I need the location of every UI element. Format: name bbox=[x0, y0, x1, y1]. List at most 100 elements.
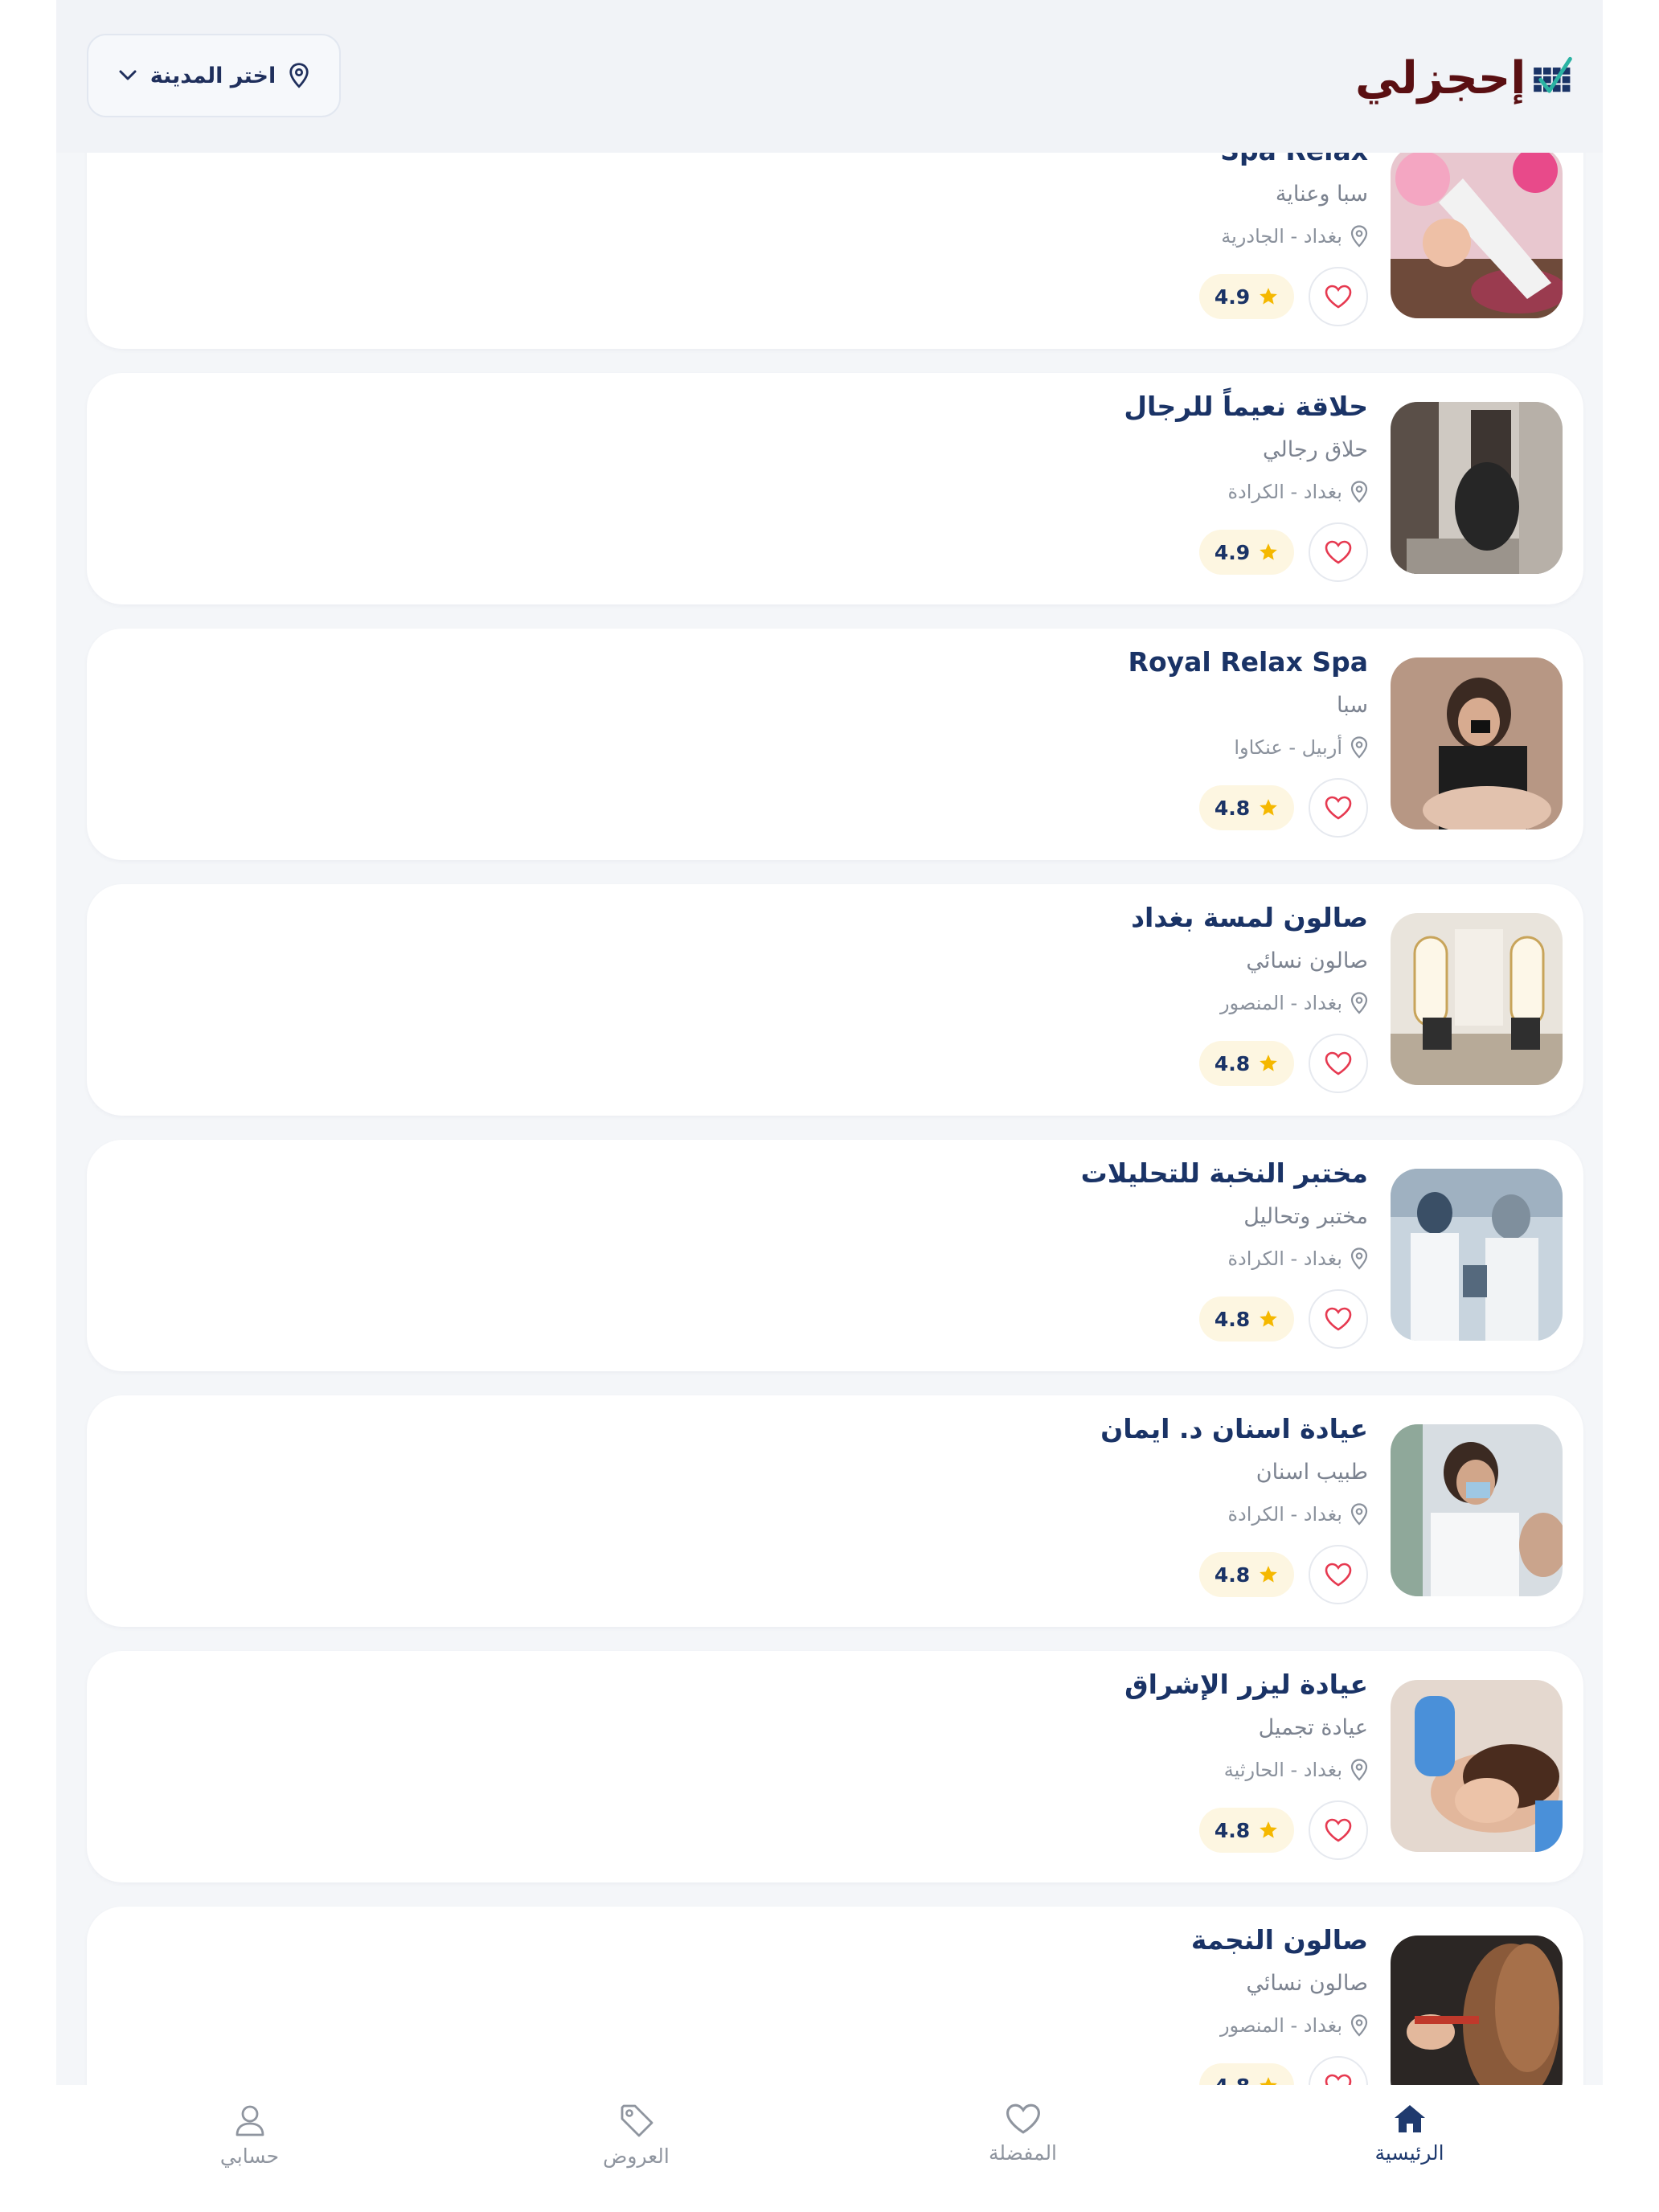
nav-home[interactable]: الرئيسية bbox=[1216, 2085, 1603, 2212]
heart-icon bbox=[1325, 1563, 1352, 1587]
star-icon bbox=[1260, 543, 1277, 560]
favorite-button[interactable] bbox=[1309, 522, 1368, 582]
location-text: بغداد - المنصور bbox=[1219, 992, 1342, 1014]
location-text: بغداد - الكرادة bbox=[1227, 481, 1342, 503]
city-select-button[interactable]: اختر المدينة bbox=[87, 34, 341, 117]
business-thumbnail bbox=[1391, 146, 1563, 318]
business-info: حلاقة نعيماً للرجال حلاق رجالي بغداد - ا… bbox=[564, 373, 1368, 604]
nav-offers-label: العروض bbox=[603, 2144, 670, 2168]
rating-badge: 4.8 bbox=[1199, 1041, 1294, 1086]
heart-icon bbox=[1325, 1818, 1352, 1842]
favorite-button[interactable] bbox=[1309, 778, 1368, 838]
star-icon bbox=[1260, 288, 1277, 305]
business-thumbnail bbox=[1391, 1936, 1563, 2108]
heart-icon bbox=[1325, 796, 1352, 820]
business-card[interactable]: Royal Relax Spa سبا أربيل - عنكاوا 4.8 bbox=[87, 629, 1583, 860]
business-category: طبيب اسنان bbox=[1256, 1460, 1368, 1485]
business-card[interactable]: مختبر النخبة للتحليلات مختبر وتحاليل بغد… bbox=[87, 1140, 1583, 1371]
business-thumbnail bbox=[1391, 913, 1563, 1085]
business-name[interactable]: حلاقة نعيماً للرجال bbox=[1124, 391, 1368, 422]
location-text: بغداد - الجادرية bbox=[1221, 225, 1342, 248]
star-icon bbox=[1260, 1821, 1277, 1838]
business-name[interactable]: عيادة ليزر الإشراق bbox=[1124, 1669, 1368, 1700]
logo-text: إحجزلي bbox=[1355, 51, 1527, 104]
favorite-button[interactable] bbox=[1309, 1800, 1368, 1860]
rating-badge: 4.8 bbox=[1199, 1552, 1294, 1597]
location-pin-icon bbox=[1350, 225, 1368, 248]
rating-value: 4.8 bbox=[1214, 1818, 1251, 1842]
business-info: Royal Relax Spa سبا أربيل - عنكاوا 4.8 bbox=[564, 629, 1368, 860]
business-card[interactable]: عيادة ليزر الإشراق عيادة تجميل بغداد - ا… bbox=[87, 1651, 1583, 1882]
business-category: عيادة تجميل bbox=[1258, 1715, 1368, 1740]
location-pin-icon bbox=[1350, 481, 1368, 503]
business-location: بغداد - الكرادة bbox=[1227, 481, 1368, 503]
business-info: صالون لمسة بغداد صالون نسائي بغداد - الم… bbox=[564, 884, 1368, 1116]
location-pin-icon bbox=[1350, 736, 1368, 759]
rating-badge: 4.8 bbox=[1199, 1808, 1294, 1853]
app-header: اختر المدينة إحجزلي bbox=[56, 0, 1603, 153]
chevron-down-icon bbox=[119, 70, 137, 80]
business-location: بغداد - المنصور bbox=[1220, 992, 1368, 1014]
tag-icon bbox=[621, 2104, 653, 2137]
business-category: صالون نسائي bbox=[1246, 1971, 1368, 1996]
heart-icon bbox=[1325, 1307, 1352, 1331]
business-location: بغداد - المنصور bbox=[1220, 2014, 1368, 2037]
app-screen: Spa Relax سبا وعناية بغداد - الجادرية 4.… bbox=[56, 0, 1603, 2212]
business-category: مختبر وتحاليل bbox=[1243, 1204, 1368, 1229]
favorite-button[interactable] bbox=[1309, 1034, 1368, 1093]
location-text: بغداد - المنصور bbox=[1219, 2014, 1342, 2037]
business-thumbnail bbox=[1391, 1169, 1563, 1341]
city-select-label: اختر المدينة bbox=[150, 63, 276, 88]
business-card[interactable]: صالون لمسة بغداد صالون نسائي بغداد - الم… bbox=[87, 884, 1583, 1116]
rating-badge: 4.8 bbox=[1199, 1296, 1294, 1342]
location-text: بغداد - الكرادة bbox=[1227, 1247, 1342, 1270]
business-category: صالون نسائي bbox=[1246, 948, 1368, 973]
business-thumbnail bbox=[1391, 402, 1563, 574]
business-thumbnail bbox=[1391, 1424, 1563, 1596]
business-info: عيادة اسنان د. ايمان طبيب اسنان بغداد - … bbox=[564, 1395, 1368, 1627]
favorite-button[interactable] bbox=[1309, 267, 1368, 326]
nav-account[interactable]: حسابي bbox=[56, 2085, 443, 2212]
business-info: مختبر النخبة للتحليلات مختبر وتحاليل بغد… bbox=[564, 1140, 1368, 1371]
nav-offers[interactable]: العروض bbox=[443, 2085, 830, 2212]
location-text: أربيل - عنكاوا bbox=[1234, 736, 1342, 759]
rating-value: 4.8 bbox=[1214, 796, 1251, 820]
business-name[interactable]: Royal Relax Spa bbox=[1129, 646, 1368, 678]
heart-icon bbox=[1325, 540, 1352, 564]
location-pin-icon bbox=[289, 63, 309, 88]
business-name[interactable]: عيادة اسنان د. ايمان bbox=[1100, 1413, 1368, 1444]
nav-favorites[interactable]: المفضلة bbox=[830, 2085, 1216, 2212]
business-card[interactable]: حلاقة نعيماً للرجال حلاق رجالي بغداد - ا… bbox=[87, 373, 1583, 604]
app-logo[interactable]: إحجزلي bbox=[1355, 34, 1572, 122]
rating-value: 4.9 bbox=[1214, 285, 1251, 309]
business-name[interactable]: صالون النجمة bbox=[1191, 1924, 1368, 1956]
favorite-button[interactable] bbox=[1309, 1289, 1368, 1349]
business-location: بغداد - الكرادة bbox=[1227, 1503, 1368, 1526]
rating-value: 4.9 bbox=[1214, 540, 1251, 564]
heart-icon bbox=[1325, 285, 1352, 309]
star-icon bbox=[1260, 1310, 1277, 1327]
business-location: بغداد - الحارثية bbox=[1224, 1759, 1368, 1781]
location-text: بغداد - الحارثية bbox=[1223, 1759, 1342, 1781]
bottom-navigation: الرئيسية المفضلة العروض حسابي bbox=[56, 2085, 1603, 2212]
business-name[interactable]: مختبر النخبة للتحليلات bbox=[1081, 1157, 1368, 1189]
heart-icon bbox=[1006, 2103, 1040, 2134]
nav-favorites-label: المفضلة bbox=[988, 2141, 1058, 2165]
rating-value: 4.8 bbox=[1214, 1307, 1251, 1331]
rating-badge: 4.8 bbox=[1199, 785, 1294, 830]
business-location: أربيل - عنكاوا bbox=[1234, 736, 1368, 759]
business-card[interactable]: عيادة اسنان د. ايمان طبيب اسنان بغداد - … bbox=[87, 1395, 1583, 1627]
star-icon bbox=[1260, 1055, 1277, 1071]
business-name[interactable]: صالون لمسة بغداد bbox=[1131, 902, 1368, 933]
home-icon bbox=[1394, 2105, 1425, 2132]
nav-home-label: الرئيسية bbox=[1374, 2141, 1444, 2165]
calendar-check-logo-icon bbox=[1534, 56, 1572, 93]
location-pin-icon bbox=[1350, 1247, 1368, 1270]
star-icon bbox=[1260, 1566, 1277, 1583]
business-category: سبا bbox=[1337, 693, 1368, 718]
business-thumbnail bbox=[1391, 1680, 1563, 1852]
location-pin-icon bbox=[1350, 1759, 1368, 1781]
location-pin-icon bbox=[1350, 992, 1368, 1014]
business-category: سبا وعناية bbox=[1275, 182, 1368, 207]
favorite-button[interactable] bbox=[1309, 1545, 1368, 1604]
